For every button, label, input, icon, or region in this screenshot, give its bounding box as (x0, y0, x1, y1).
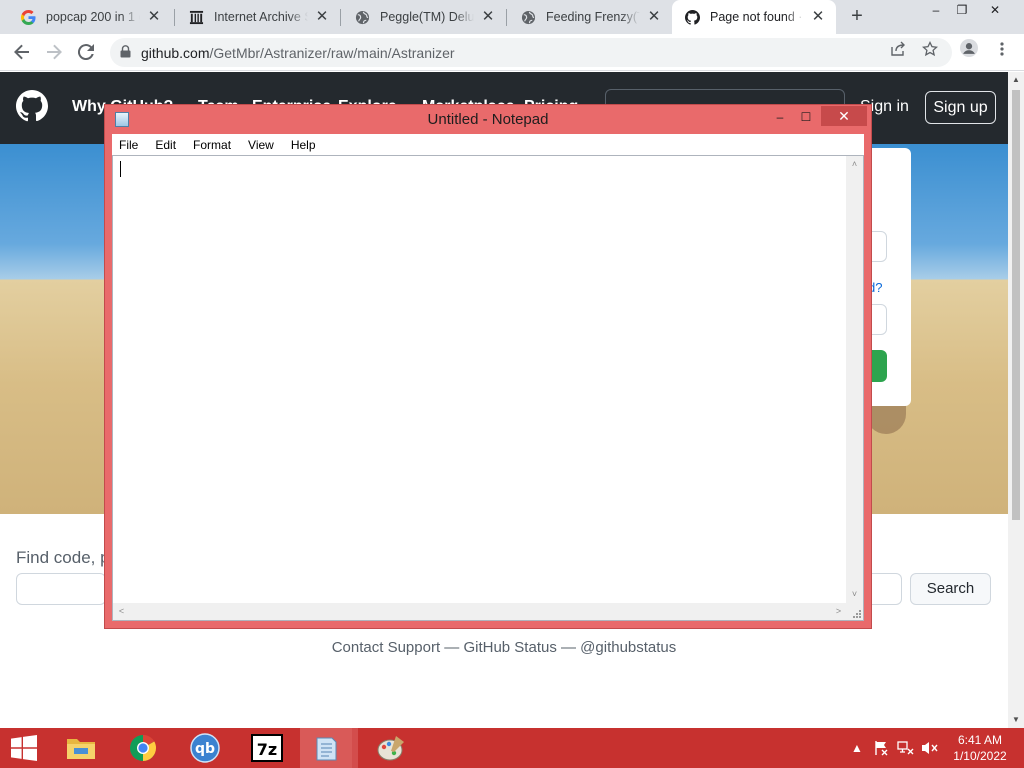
tab-github-page-not-found[interactable]: Page not found · GitHub ✕ (672, 0, 836, 34)
chrome-icon[interactable] (114, 728, 172, 768)
tab-feeding-frenzy[interactable]: Feeding Frenzy(TM) ✕ (508, 0, 672, 34)
back-arrow-icon[interactable] (10, 40, 34, 64)
notepad-window: Untitled - Notepad – ☐ ✕ File Edit Forma… (104, 104, 872, 629)
notepad-taskbar-button[interactable] (300, 728, 352, 768)
tab-title: Page not found · GitHub (710, 10, 804, 24)
url-path: /GetMbr/Astranizer/raw/main/Astranizer (209, 44, 455, 61)
footer-links[interactable]: Contact Support — GitHub Status — @githu… (0, 639, 1008, 656)
notepad-minimize-button[interactable]: – (769, 107, 791, 127)
forward-arrow-icon[interactable] (42, 40, 66, 64)
vertical-scrollbar[interactable]: ˄ ˅ (846, 156, 863, 603)
qbittorrent-icon[interactable]: qb (176, 728, 234, 768)
search-button[interactable]: Search (910, 573, 991, 605)
7zip-label: 7z (257, 740, 277, 759)
tab-separator (506, 9, 507, 26)
reload-icon[interactable] (74, 40, 98, 64)
page-scrollbar[interactable]: ▲ ▼ (1008, 72, 1024, 728)
tab-title: Internet Archive Search (214, 10, 308, 24)
qbittorrent-label: qb (195, 741, 215, 757)
find-code-input[interactable] (16, 573, 106, 605)
notepad-maximize-button[interactable]: ☐ (795, 107, 817, 127)
file-explorer-icon[interactable] (52, 728, 110, 768)
horizontal-scrollbar[interactable]: ˂ ˃ (113, 603, 847, 620)
notepad-title-bar[interactable]: Untitled - Notepad – ☐ ✕ (105, 105, 871, 133)
globe-icon (354, 9, 370, 25)
menu-edit[interactable]: Edit (155, 138, 176, 152)
close-window-button[interactable]: ✕ (980, 0, 1010, 22)
menu-help[interactable]: Help (291, 138, 316, 152)
sign-up-button[interactable]: Sign up (925, 91, 996, 124)
resize-grip-icon[interactable] (846, 603, 863, 620)
scroll-right-arrow-icon[interactable]: ˃ (830, 603, 847, 620)
network-disconnected-icon[interactable] (896, 728, 916, 768)
url-host: github.com (141, 44, 210, 61)
notepad-stack-indicator (352, 728, 358, 768)
github-icon (684, 9, 700, 25)
action-center-flag-icon[interactable] (872, 728, 890, 768)
browser-toolbar: github.com/GetMbr/Astranizer/raw/main/As… (0, 34, 1024, 71)
new-tab-button[interactable]: + (846, 6, 868, 28)
internet-archive-icon (188, 9, 204, 25)
clock-time: 6:41 AM (957, 733, 1003, 747)
url-text: github.com/GetMbr/Astranizer/raw/main/As… (141, 45, 455, 61)
close-tab-icon[interactable]: ✕ (810, 9, 826, 25)
scroll-down-arrow-icon[interactable]: ˅ (846, 586, 863, 603)
windows-start-icon[interactable] (0, 728, 48, 768)
close-tab-icon[interactable]: ✕ (480, 9, 496, 25)
scrollbar-thumb[interactable] (1012, 90, 1020, 520)
volume-muted-icon[interactable] (920, 728, 940, 768)
tab-popcap[interactable]: popcap 200 in 1 game ✕ (8, 0, 172, 34)
menu-file[interactable]: File (119, 138, 138, 152)
show-hidden-icons-icon[interactable]: ▲ (850, 728, 864, 768)
bookmark-star-icon[interactable] (921, 40, 939, 58)
tab-peggle[interactable]: Peggle(TM) Deluxe ✕ (342, 0, 506, 34)
notepad-title: Untitled - Notepad (427, 111, 549, 128)
tab-title: popcap 200 in 1 game (46, 10, 140, 24)
github-logo-icon[interactable] (16, 90, 48, 125)
notepad-close-button[interactable]: ✕ (821, 106, 867, 126)
clock-date: 1/10/2022 (953, 749, 1007, 763)
notepad-menu-bar: File Edit Format View Help (112, 134, 864, 155)
lock-icon[interactable] (120, 44, 131, 61)
menu-view[interactable]: View (248, 138, 274, 152)
tab-separator (340, 9, 341, 26)
tab-title: Peggle(TM) Deluxe (380, 10, 474, 24)
7zip-icon[interactable]: 7z (238, 728, 296, 768)
text-caret (120, 161, 121, 177)
close-tab-icon[interactable]: ✕ (646, 9, 662, 25)
system-clock[interactable]: 6:41 AM 1/10/2022 (945, 732, 1015, 764)
scroll-left-arrow-icon[interactable]: ˂ (113, 603, 130, 620)
google-icon (20, 9, 36, 25)
close-tab-icon[interactable]: ✕ (146, 9, 162, 25)
profile-avatar-icon[interactable] (960, 39, 978, 57)
scroll-down-arrow-icon[interactable]: ▼ (1008, 712, 1024, 728)
paint-icon[interactable] (362, 728, 420, 768)
menu-format[interactable]: Format (193, 138, 231, 152)
scroll-up-arrow-icon[interactable]: ˄ (846, 156, 863, 173)
kebab-menu-icon[interactable] (993, 40, 1011, 58)
scroll-up-arrow-icon[interactable]: ▲ (1008, 72, 1024, 88)
tab-internet-archive[interactable]: Internet Archive Search ✕ (176, 0, 340, 34)
notepad-text-area[interactable]: ˄ ˅ ˂ ˃ (112, 155, 864, 621)
tab-separator (174, 9, 175, 26)
restore-window-button[interactable]: ❐ (947, 0, 977, 22)
find-code-label: Find code, p (16, 548, 110, 567)
address-bar[interactable]: github.com/GetMbr/Astranizer/raw/main/As… (110, 38, 952, 67)
close-tab-icon[interactable]: ✕ (314, 9, 330, 25)
windows-taskbar: qb 7z ▲ 6:41 AM 1/10/2022 (0, 728, 1024, 768)
tab-title: Feeding Frenzy(TM) (546, 10, 640, 24)
browser-tab-strip: popcap 200 in 1 game ✕ Internet Archive … (0, 0, 1024, 34)
share-icon[interactable] (889, 40, 907, 58)
globe-icon (520, 9, 536, 25)
